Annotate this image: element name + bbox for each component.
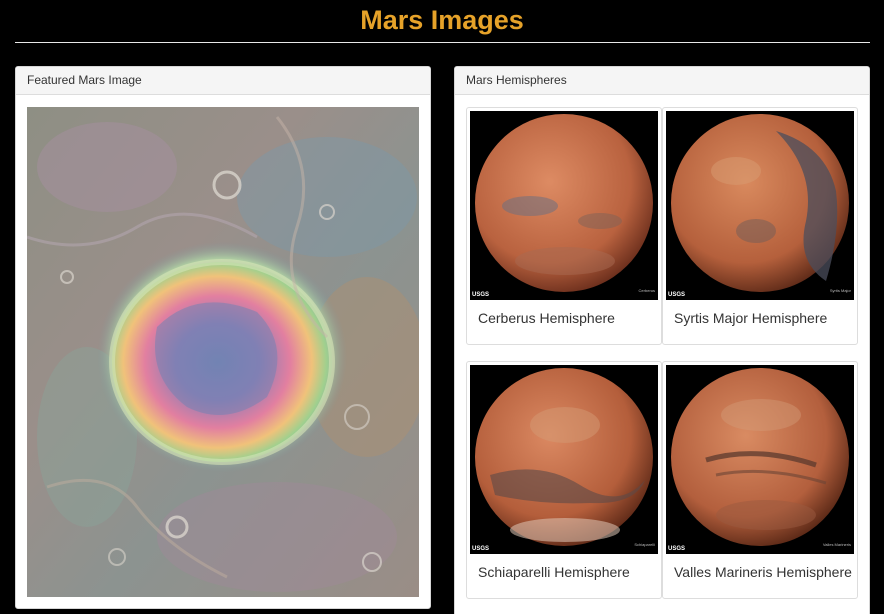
hemisphere-title[interactable]: Valles Marineris Hemisphere	[674, 564, 852, 580]
hemisphere-image-syrtis-major[interactable]: USGS Syrtis Major	[666, 111, 854, 300]
usgs-logo: USGS	[668, 292, 686, 298]
hemispheres-panel: Mars Hemispheres USGS Cerberus Cerberus …	[454, 66, 870, 614]
hemisphere-image-valles-marineris[interactable]: USGS Valles Marineris	[666, 365, 854, 554]
hemisphere-title[interactable]: Schiaparelli Hemisphere	[478, 564, 630, 580]
featured-image-panel: Featured Mars Image	[15, 66, 431, 609]
image-tag: Cerberus	[638, 288, 655, 293]
hemisphere-card-cerberus[interactable]: USGS Cerberus Cerberus Hemisphere	[466, 107, 662, 345]
hemisphere-card-schiaparelli[interactable]: USGS Schiaparelli Schiaparelli Hemispher…	[466, 361, 662, 599]
hemisphere-title[interactable]: Syrtis Major Hemisphere	[674, 310, 827, 326]
hemispheres-panel-heading: Mars Hemispheres	[455, 67, 869, 95]
page-title: Mars Images	[360, 5, 524, 35]
featured-mars-image[interactable]	[27, 107, 419, 597]
image-tag: Schiaparelli	[634, 542, 655, 547]
hemisphere-card-valles-marineris[interactable]: USGS Valles Marineris Valles Marineris H…	[662, 361, 858, 599]
usgs-logo: USGS	[668, 546, 686, 552]
hemisphere-title[interactable]: Cerberus Hemisphere	[478, 310, 615, 326]
title-divider	[15, 42, 870, 43]
image-tag: Valles Marineris	[822, 542, 851, 547]
hemisphere-card-syrtis-major[interactable]: USGS Syrtis Major Syrtis Major Hemispher…	[662, 107, 858, 345]
hemisphere-image-schiaparelli[interactable]: USGS Schiaparelli	[470, 365, 658, 554]
image-tag: Syrtis Major	[829, 288, 851, 293]
usgs-logo: USGS	[472, 292, 490, 298]
usgs-logo: USGS	[472, 546, 490, 552]
featured-panel-heading: Featured Mars Image	[16, 67, 430, 95]
hemisphere-image-cerberus[interactable]: USGS Cerberus	[470, 111, 658, 300]
